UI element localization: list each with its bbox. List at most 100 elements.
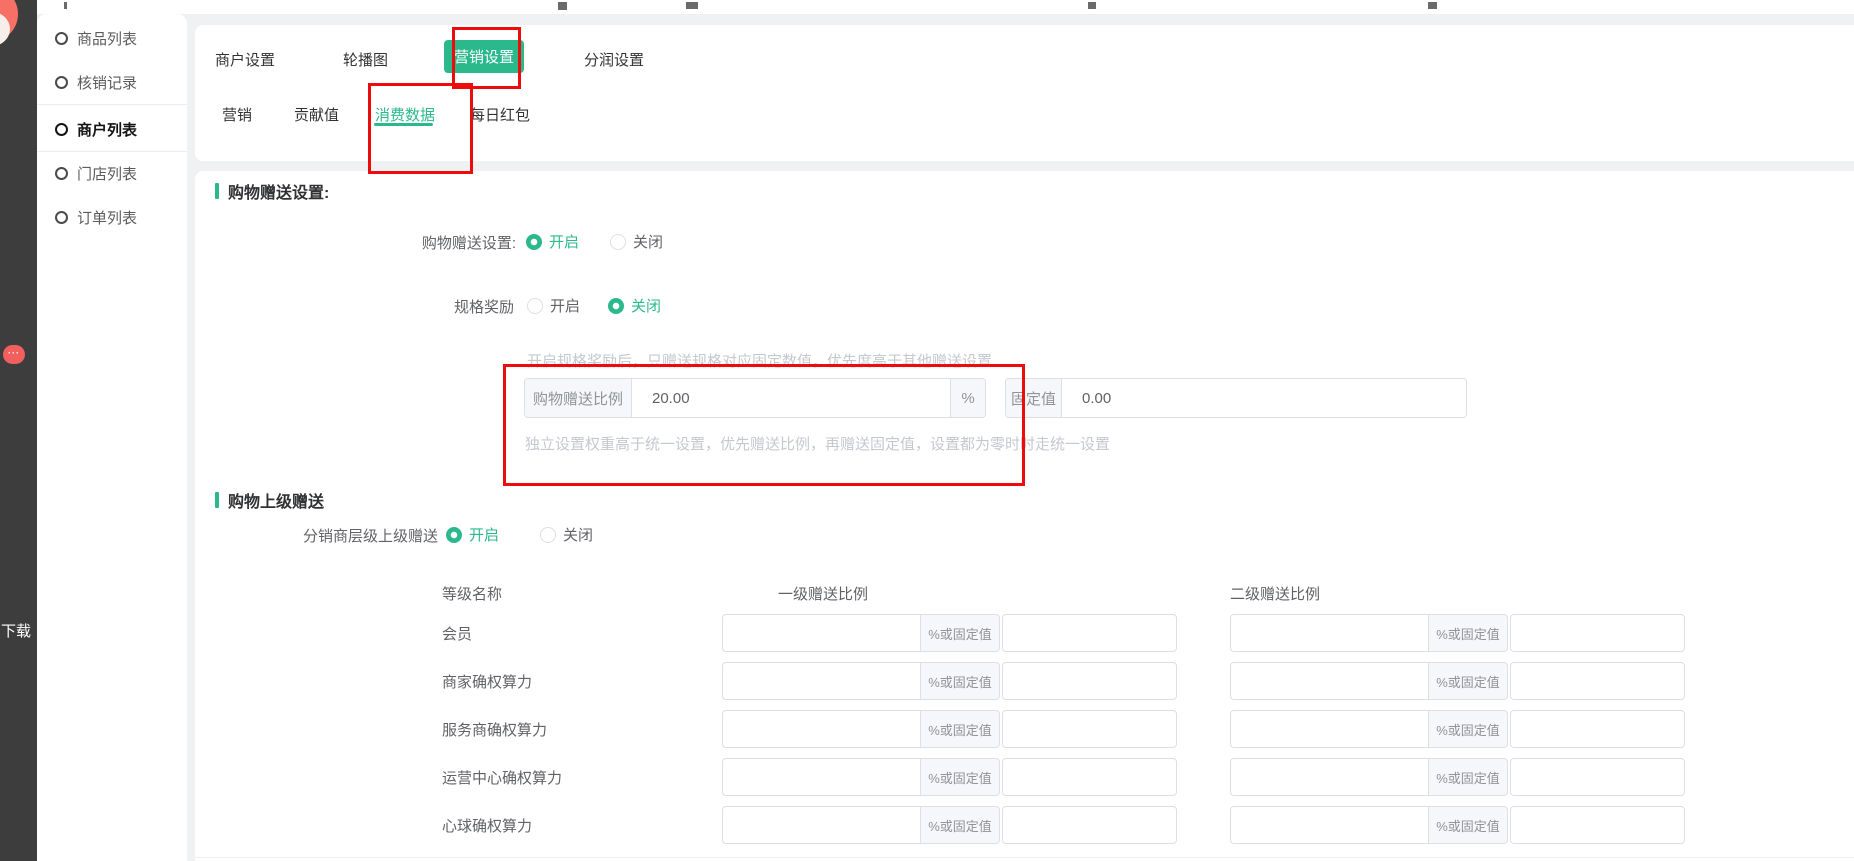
tab-merchant-settings[interactable]: 商户设置 bbox=[215, 49, 275, 70]
radio-option-label: 关闭 bbox=[563, 524, 593, 545]
subtab-contribution[interactable]: 贡献值 bbox=[294, 104, 339, 125]
tier1-ratio-input[interactable] bbox=[722, 614, 920, 652]
sidebar-item-goods-list[interactable]: 商品列表 bbox=[37, 16, 187, 60]
tier1-input-group: %或固定值 bbox=[722, 614, 1177, 652]
section-title-text: 购物赠送设置: bbox=[228, 179, 329, 203]
tier2-ratio-input[interactable] bbox=[1230, 806, 1428, 844]
distributor-upper-off-radio[interactable]: 关闭 bbox=[540, 524, 593, 545]
radio-selected-icon bbox=[526, 234, 542, 250]
tier1-fixed-input[interactable] bbox=[1002, 758, 1177, 796]
sidebar-item-label: 商户列表 bbox=[77, 119, 137, 140]
left-rail bbox=[0, 0, 37, 861]
download-link[interactable]: 下载 bbox=[1, 620, 31, 641]
spec-reward-off-radio[interactable]: 关闭 bbox=[608, 295, 661, 316]
tab-profit-settings[interactable]: 分润设置 bbox=[584, 49, 644, 70]
tier2-ratio-input[interactable] bbox=[1230, 710, 1428, 748]
radio-option-label: 关闭 bbox=[631, 295, 661, 316]
section-accent-bar bbox=[215, 492, 219, 508]
table-row: 商家确权算力 %或固定值 %或固定值 bbox=[442, 657, 1685, 705]
shopping-gift-off-radio[interactable]: 关闭 bbox=[610, 231, 663, 252]
clipped-text-fragment bbox=[686, 2, 698, 9]
tier2-fixed-input[interactable] bbox=[1510, 758, 1685, 796]
tier1-fixed-input[interactable] bbox=[1002, 662, 1177, 700]
radio-option-label: 开启 bbox=[549, 231, 579, 252]
tier1-ratio-input[interactable] bbox=[722, 710, 920, 748]
weight-rule-hint: 独立设置权重高于统一设置，优先赠送比例，再赠送固定值，设置都为零时时走统一设置 bbox=[525, 433, 1110, 454]
radio-selected-icon bbox=[446, 527, 462, 543]
section-shopping-gift: 购物赠送设置: bbox=[215, 179, 329, 203]
sidebar-divider bbox=[37, 151, 187, 152]
sidebar-item-label: 核销记录 bbox=[77, 72, 137, 93]
tier1-ratio-input[interactable] bbox=[722, 662, 920, 700]
sidebar-item-merchant-list[interactable]: 商户列表 bbox=[37, 107, 187, 151]
radio-option-label: 关闭 bbox=[633, 231, 663, 252]
tier2-input-group: %或固定值 bbox=[1230, 758, 1685, 796]
tab-carousel[interactable]: 轮播图 bbox=[343, 49, 388, 70]
sidebar-item-label: 订单列表 bbox=[77, 207, 137, 228]
tier2-fixed-input[interactable] bbox=[1510, 662, 1685, 700]
circle-bullet-icon bbox=[55, 76, 68, 89]
tier1-input-group: %或固定值 bbox=[722, 758, 1177, 796]
tier1-fixed-input[interactable] bbox=[1002, 806, 1177, 844]
column-header-tier2-ratio: 二级赠送比例 bbox=[1230, 583, 1320, 604]
column-header-tier-name: 等级名称 bbox=[442, 583, 502, 604]
table-row: 心球确权算力 %或固定值 %或固定值 bbox=[442, 801, 1685, 849]
sidebar: 商品列表 核销记录 商户列表 门店列表 订单列表 bbox=[37, 14, 187, 861]
table-row: 运营中心确权算力 %或固定值 %或固定值 bbox=[442, 753, 1685, 801]
circle-bullet-icon bbox=[55, 211, 68, 224]
sidebar-item-label: 商品列表 bbox=[77, 28, 137, 49]
subtab-consumption-data[interactable]: 消费数据 bbox=[375, 104, 435, 125]
tier1-ratio-input[interactable] bbox=[722, 806, 920, 844]
tab-marketing-settings[interactable]: 营销设置 bbox=[444, 40, 524, 73]
sidebar-item-order-list[interactable]: 订单列表 bbox=[37, 195, 187, 239]
percent-or-fixed-label: %或固定值 bbox=[920, 710, 1000, 748]
radio-option-label: 开启 bbox=[469, 524, 499, 545]
tier2-fixed-input[interactable] bbox=[1510, 614, 1685, 652]
tier-name: 运营中心确权算力 bbox=[442, 767, 722, 788]
table-row: 服务商确权算力 %或固定值 %或固定值 bbox=[442, 705, 1685, 753]
fixed-value-input[interactable] bbox=[1062, 379, 1466, 417]
circle-bullet-icon bbox=[55, 123, 68, 136]
circle-bullet-icon bbox=[55, 167, 68, 180]
section-accent-bar bbox=[215, 183, 219, 199]
radio-unselected-icon bbox=[540, 527, 556, 543]
more-floating-button[interactable]: ··· bbox=[3, 345, 25, 364]
tier2-ratio-input[interactable] bbox=[1230, 614, 1428, 652]
gift-ratio-input[interactable] bbox=[632, 379, 950, 417]
shopping-gift-toggle-label: 购物赠送设置: bbox=[378, 232, 516, 253]
distributor-upper-on-radio[interactable]: 开启 bbox=[446, 524, 499, 545]
tier1-input-group: %或固定值 bbox=[722, 662, 1177, 700]
radio-unselected-icon bbox=[610, 234, 626, 250]
percent-or-fixed-label: %或固定值 bbox=[1428, 806, 1508, 844]
tier2-fixed-input[interactable] bbox=[1510, 710, 1685, 748]
column-header-tier1-ratio: 一级赠送比例 bbox=[778, 583, 868, 604]
tier2-fixed-input[interactable] bbox=[1510, 806, 1685, 844]
sidebar-item-verify-records[interactable]: 核销记录 bbox=[37, 60, 187, 104]
shopping-gift-on-radio[interactable]: 开启 bbox=[526, 231, 579, 252]
fixed-value-input-group: 固定值 bbox=[1005, 378, 1467, 418]
tier-name: 会员 bbox=[442, 623, 722, 644]
active-subtab-underline bbox=[374, 123, 433, 126]
percent-or-fixed-label: %或固定值 bbox=[1428, 758, 1508, 796]
clipped-text-fragment bbox=[1428, 2, 1437, 9]
section-title-text: 购物上级赠送 bbox=[228, 488, 324, 512]
tier2-ratio-input[interactable] bbox=[1230, 662, 1428, 700]
top-strip bbox=[37, 0, 1854, 14]
percent-or-fixed-label: %或固定值 bbox=[920, 758, 1000, 796]
sidebar-item-label: 门店列表 bbox=[77, 163, 137, 184]
spec-reward-on-radio[interactable]: 开启 bbox=[527, 295, 580, 316]
tier1-fixed-input[interactable] bbox=[1002, 614, 1177, 652]
subtab-marketing[interactable]: 营销 bbox=[222, 104, 252, 125]
divider bbox=[195, 857, 1854, 858]
subtab-daily-red-packet[interactable]: 每日红包 bbox=[470, 104, 530, 125]
tier1-fixed-input[interactable] bbox=[1002, 710, 1177, 748]
distributor-upper-gift-label: 分销商层级上级赠送 bbox=[300, 525, 438, 546]
radio-option-label: 开启 bbox=[550, 295, 580, 316]
percent-or-fixed-label: %或固定值 bbox=[1428, 614, 1508, 652]
tier2-ratio-input[interactable] bbox=[1230, 758, 1428, 796]
tier2-input-group: %或固定值 bbox=[1230, 614, 1685, 652]
tier1-ratio-input[interactable] bbox=[722, 758, 920, 796]
percent-suffix-label: % bbox=[950, 379, 985, 417]
percent-or-fixed-label: %或固定值 bbox=[1428, 662, 1508, 700]
sidebar-item-store-list[interactable]: 门店列表 bbox=[37, 151, 187, 195]
